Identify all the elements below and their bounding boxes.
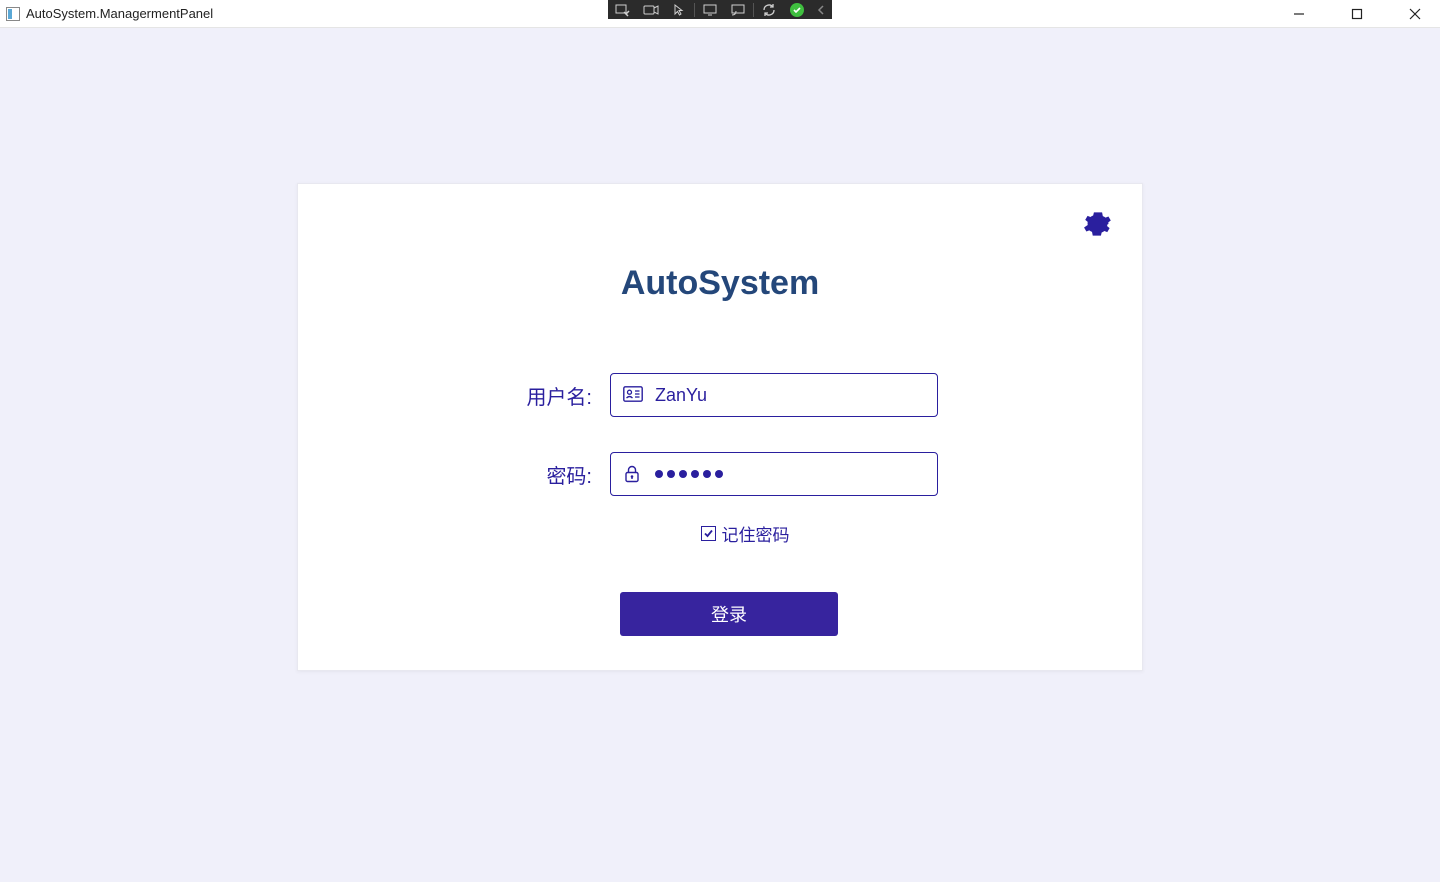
username-input-box[interactable]	[610, 373, 938, 417]
password-dot	[715, 470, 723, 478]
titlebar: AutoSystem.ManagermentPanel	[0, 0, 1440, 28]
window-controls	[1284, 3, 1430, 25]
login-form: 用户名: 密码:	[328, 373, 1112, 636]
password-dot	[679, 470, 687, 478]
password-dot	[703, 470, 711, 478]
app-icon	[6, 7, 20, 21]
username-row: 用户名:	[502, 373, 938, 417]
toolbar-divider	[694, 3, 695, 17]
check-icon	[703, 528, 714, 539]
login-card: AutoSystem 用户名: 密码:	[297, 183, 1143, 671]
remember-checkbox[interactable]	[701, 526, 716, 541]
login-button[interactable]: 登录	[620, 592, 838, 636]
username-label: 用户名:	[502, 381, 592, 410]
password-input[interactable]	[655, 470, 723, 478]
close-button[interactable]	[1400, 3, 1430, 25]
toolbar-cast-icon[interactable]	[725, 1, 751, 18]
lock-icon	[623, 465, 643, 483]
toolbar-chevron-left-icon[interactable]	[812, 1, 830, 18]
password-row: 密码:	[502, 452, 938, 496]
toolbar-record-icon[interactable]	[638, 1, 664, 18]
debug-toolbar	[608, 0, 832, 19]
id-card-icon	[623, 386, 643, 404]
gear-icon	[1084, 210, 1112, 238]
titlebar-left: AutoSystem.ManagermentPanel	[6, 6, 213, 21]
password-label: 密码:	[502, 460, 592, 489]
maximize-button[interactable]	[1342, 3, 1372, 25]
content-area: AutoSystem 用户名: 密码:	[0, 28, 1440, 671]
password-dot	[667, 470, 675, 478]
toolbar-divider	[753, 3, 754, 17]
toolbar-screen-icon[interactable]	[697, 1, 723, 18]
toolbar-status-ok-icon[interactable]	[784, 1, 810, 18]
password-input-box[interactable]	[610, 452, 938, 496]
password-dot	[655, 470, 663, 478]
username-input[interactable]	[655, 385, 925, 406]
toolbar-sync-icon[interactable]	[756, 1, 782, 18]
app-title: AutoSystem	[328, 264, 1112, 303]
toolbar-pointer-icon[interactable]	[666, 1, 692, 18]
window-title: AutoSystem.ManagermentPanel	[26, 6, 213, 21]
password-dot	[691, 470, 699, 478]
minimize-button[interactable]	[1284, 3, 1314, 25]
remember-label: 记住密码	[722, 521, 790, 546]
remember-row: 记住密码	[701, 521, 790, 546]
toolbar-inspect-icon[interactable]	[610, 1, 636, 18]
settings-button[interactable]	[1084, 210, 1112, 238]
